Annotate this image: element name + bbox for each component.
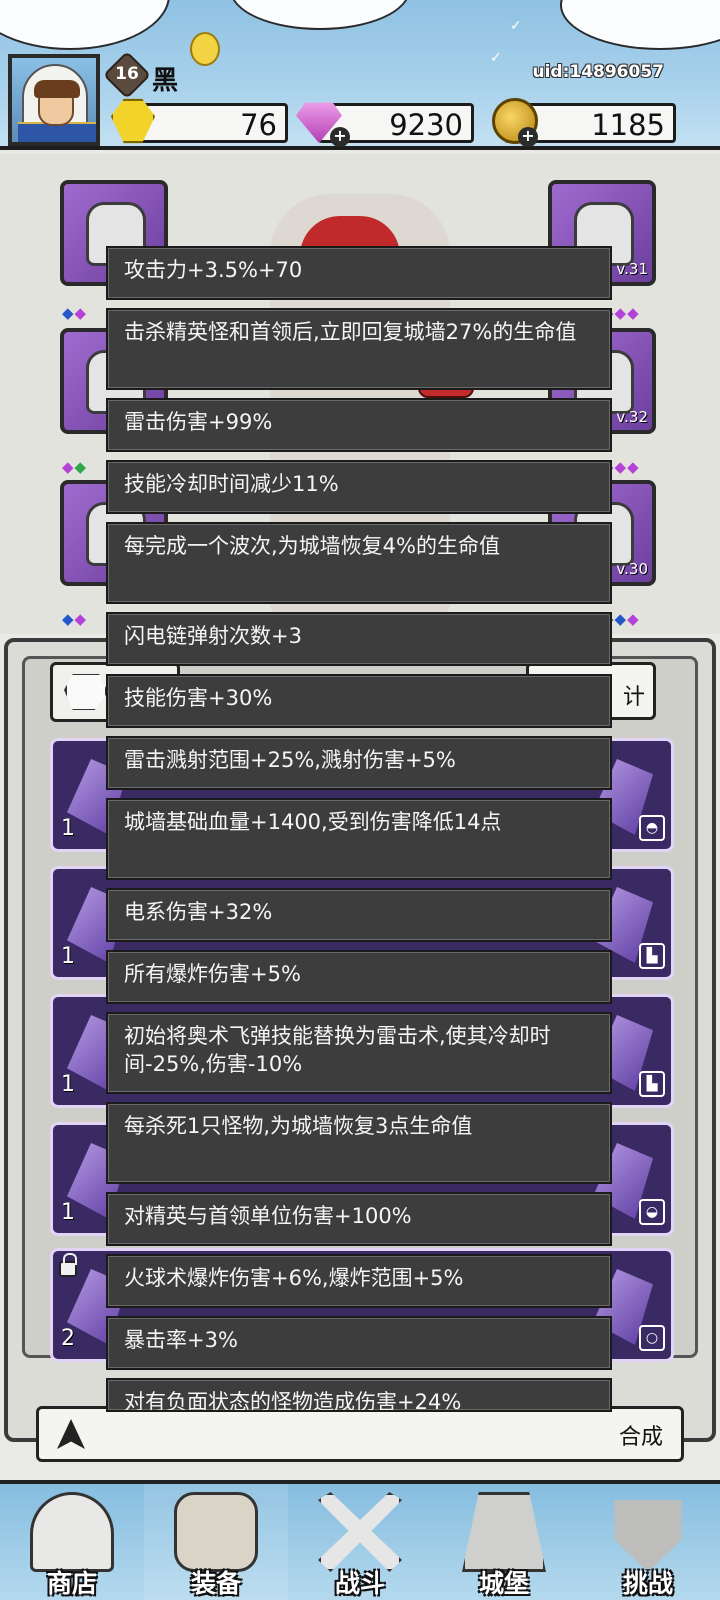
shield-icon bbox=[614, 1500, 682, 1572]
item-count: 1 bbox=[61, 1200, 75, 1225]
shop-icon bbox=[30, 1492, 114, 1572]
stat-line: 击杀精英怪和首领后,立即回复城墙27%的生命值 bbox=[106, 308, 612, 390]
up-arrow-icon[interactable] bbox=[57, 1419, 85, 1449]
castle-icon bbox=[462, 1492, 546, 1572]
stat-line: 雷击伤害+99% bbox=[106, 398, 612, 452]
necklace-type-icon: ○ bbox=[639, 1325, 665, 1351]
bag-action-bar: 合成 bbox=[36, 1406, 684, 1462]
bird-decoration: ✓ bbox=[510, 18, 522, 34]
lock-icon[interactable] bbox=[59, 1253, 77, 1277]
item-count: 1 bbox=[61, 1072, 75, 1097]
nav-battle-label: 战斗 bbox=[334, 1569, 385, 1598]
stat-line: 火球术爆炸伤害+6%,爆炸范围+5% bbox=[106, 1254, 612, 1308]
stat-line: 技能伤害+30% bbox=[106, 674, 612, 728]
player-uid: uid:14896057 bbox=[532, 62, 664, 82]
nav-challenge-label: 挑战 bbox=[622, 1569, 673, 1598]
stat-line: 技能冷却时间减少11% bbox=[106, 460, 612, 514]
yellow-gem-value: 76 bbox=[240, 108, 277, 142]
item-count: 1 bbox=[61, 816, 75, 841]
stat-line: 每杀死1只怪物,为城墙恢复3点生命值 bbox=[106, 1102, 612, 1184]
stats-button-label: 计 bbox=[622, 685, 645, 710]
nav-shop[interactable]: 商店 bbox=[0, 1484, 144, 1600]
sun-decoration bbox=[190, 32, 220, 66]
nav-battle[interactable]: 战斗 bbox=[288, 1484, 432, 1600]
rarity-dots: ◆◆ bbox=[62, 458, 88, 476]
bird-decoration: ✓ bbox=[120, 20, 132, 36]
stat-line: 电系伤害+32% bbox=[106, 888, 612, 942]
stat-line: 对精英与首领单位伤害+100% bbox=[106, 1192, 612, 1246]
nav-castle[interactable]: 城堡 bbox=[432, 1484, 576, 1600]
cloud-decoration bbox=[230, 0, 410, 30]
item-count: 2 bbox=[61, 1326, 75, 1351]
diamond-value: 9230 bbox=[389, 108, 463, 142]
nav-castle-label: 城堡 bbox=[478, 1569, 529, 1598]
stat-line: 初始将奥术飞弹技能替换为雷击术,使其冷却时间-25%,伤害-10% bbox=[106, 1012, 612, 1094]
slot-level: v.31 bbox=[616, 260, 648, 278]
backpack-icon bbox=[174, 1492, 258, 1572]
add-diamond-button[interactable]: + bbox=[330, 127, 350, 147]
add-gold-button[interactable]: + bbox=[518, 127, 538, 147]
player-level: 16 bbox=[115, 64, 139, 84]
cloud-decoration bbox=[560, 0, 720, 50]
slot-level: v.32 bbox=[616, 408, 648, 426]
stat-line: 雷击溅射范围+25%,溅射伤害+5% bbox=[106, 736, 612, 790]
stat-line: 所有爆炸伤害+5% bbox=[106, 950, 612, 1004]
nav-equipment[interactable]: 装备 bbox=[144, 1484, 288, 1600]
gold-value: 1185 bbox=[591, 108, 665, 142]
player-avatar[interactable] bbox=[8, 54, 100, 146]
stat-line: 每完成一个波次,为城墙恢复4%的生命值 bbox=[106, 522, 612, 604]
boots-type-icon: ▙ bbox=[639, 943, 665, 969]
player-name: 黑 bbox=[152, 66, 179, 96]
stat-line: 攻击力+3.5%+70 bbox=[106, 246, 612, 300]
stat-line: 城墙基础血量+1400,受到伤害降低14点 bbox=[106, 798, 612, 880]
nav-equipment-label: 装备 bbox=[190, 1569, 241, 1598]
yellow-gem-counter: 76 bbox=[132, 103, 288, 143]
item-count: 1 bbox=[61, 944, 75, 969]
boots-type-icon: ▙ bbox=[639, 1071, 665, 1097]
merge-button[interactable]: 合成 bbox=[619, 1419, 663, 1451]
nav-shop-label: 商店 bbox=[46, 1569, 97, 1598]
cloud-decoration bbox=[0, 0, 170, 50]
stat-line: 对有负面状态的怪物造成伤害+24% bbox=[106, 1378, 612, 1412]
helmet-type-icon: ◓ bbox=[639, 815, 665, 841]
bird-decoration: ✓ bbox=[490, 50, 502, 66]
rarity-dots: ◆◆ bbox=[62, 610, 88, 628]
stat-line: 暴击率+3% bbox=[106, 1316, 612, 1370]
stat-line: 闪电链弹射次数+3 bbox=[106, 612, 612, 666]
nav-challenge[interactable]: 挑战 bbox=[576, 1484, 720, 1600]
bottom-nav: 商店 装备 战斗 城堡 挑战 bbox=[0, 1480, 720, 1600]
rarity-dots: ◆◆ bbox=[62, 304, 88, 322]
hat-type-icon: ◒ bbox=[639, 1199, 665, 1225]
slot-level: v.30 bbox=[616, 560, 648, 578]
